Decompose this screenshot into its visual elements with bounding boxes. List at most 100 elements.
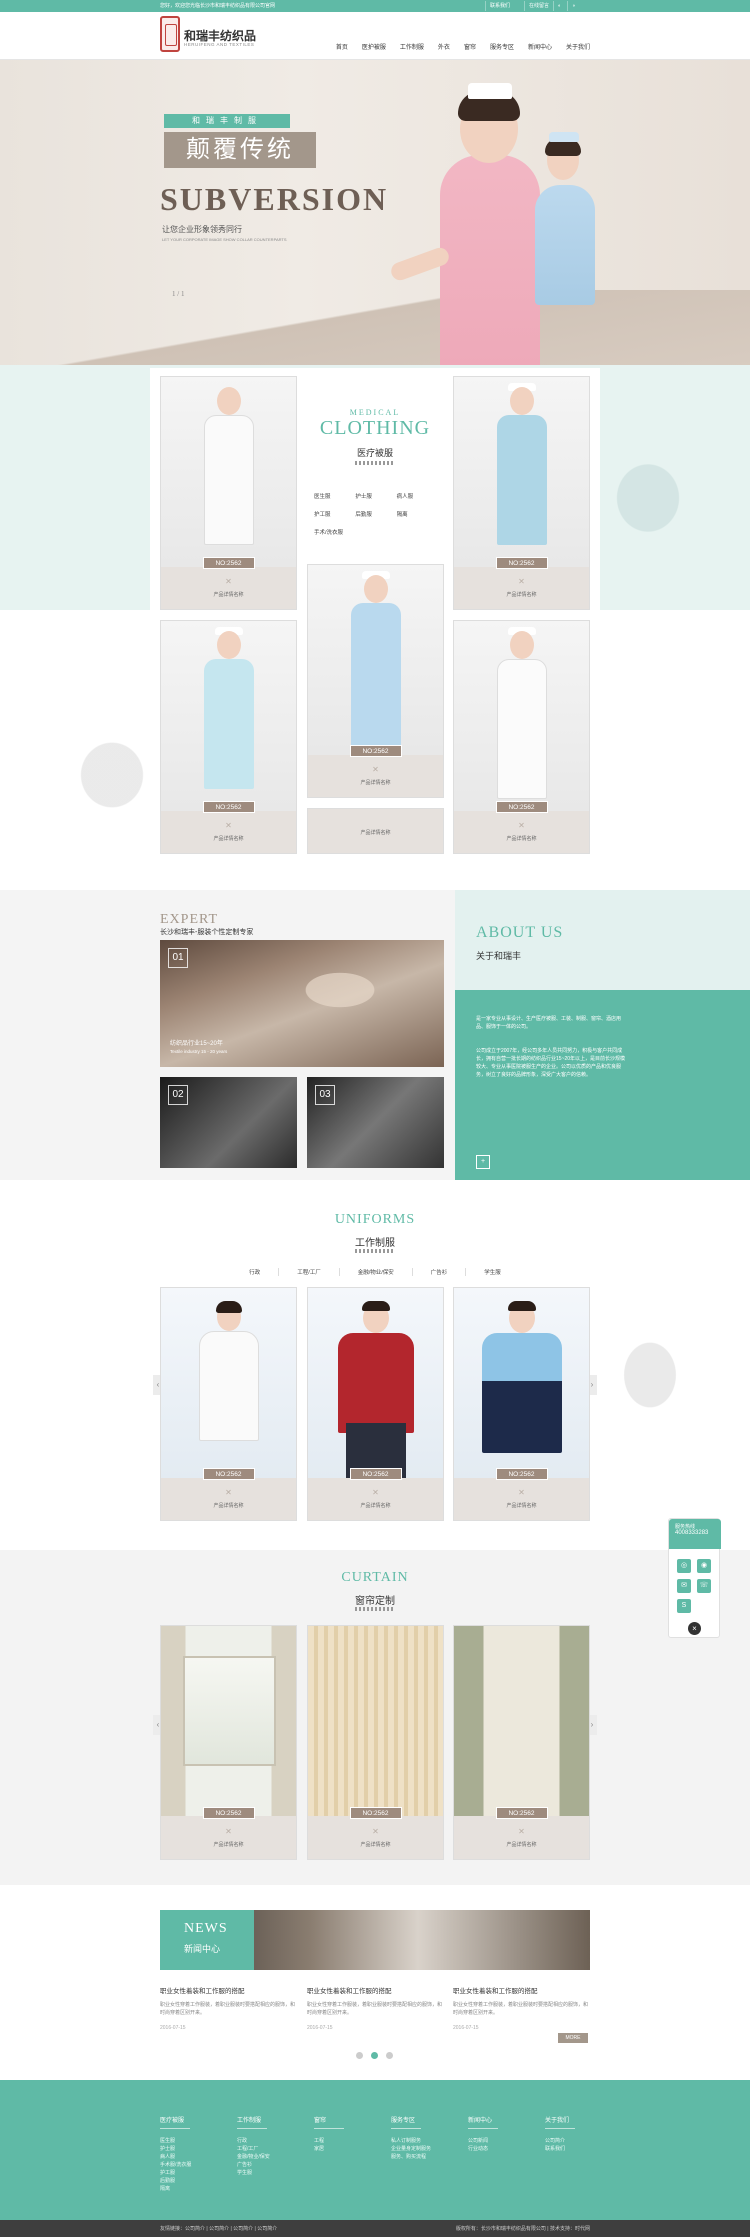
page-dot-active[interactable] [371,2052,378,2059]
tab-admin[interactable]: 行政 [231,1268,280,1276]
wechat-icon[interactable]: ◉ [697,1559,711,1573]
footer-link[interactable]: 公司简介 [545,2137,575,2145]
nav-about[interactable]: 关于我们 [566,42,590,51]
footer-link[interactable]: 工程/工厂 [237,2145,270,2153]
footer-link[interactable]: 护士服 [160,2145,191,2153]
nav-medical[interactable]: 医护被服 [362,42,386,51]
skype-icon[interactable]: S [677,1599,691,1613]
footer-heading[interactable]: 服务专区 [391,2115,431,2124]
top-link-contact[interactable]: 联系我们 [485,1,514,11]
nav-uniforms[interactable]: 工作制服 [400,42,424,51]
footer-heading[interactable]: 窗帘 [314,2115,344,2124]
cat-doctor[interactable]: 医生服 [314,492,355,500]
tab-advertising[interactable]: 广告衫 [413,1268,467,1276]
news-item[interactable]: 职业女性着装和工作服的搭配 职业女性穿着工作服装，着职业服装时要搭配相应的服饰，… [453,1985,590,2031]
footer-link[interactable]: 手术服/洗衣服 [160,2161,191,2169]
friend-links[interactable]: 友情链接：公司简介 | 公司简介 | 公司简介 | 公司简介 [160,2225,277,2232]
footer-link[interactable]: 企业量身定制服务 [391,2145,431,2153]
product-card[interactable]: NO:2562 ✕ 产品详情名称 [307,1625,444,1860]
hotline-box[interactable]: 服务热线 4008333283 [669,1519,721,1549]
news-item[interactable]: 职业女性着装和工作服的搭配 职业女性穿着工作服装，着职业服装时要搭配相应的服饰，… [160,1985,297,2031]
tab-factory[interactable]: 工程/工厂 [279,1268,340,1276]
about-more-button[interactable]: + [476,1155,490,1169]
footer-heading[interactable]: 工作制服 [237,2115,270,2124]
footer-link[interactable]: 医生服 [160,2137,191,2145]
qq-icon[interactable]: ◎ [677,1559,691,1573]
logo-seal-icon[interactable] [160,16,180,52]
news-title[interactable]: 职业女性着装和工作服的搭配 [160,1985,297,1995]
weibo-icon[interactable]: ◐ [553,1,565,11]
product-card[interactable]: 产品详情名称 [307,808,444,854]
cat-logistics[interactable]: 后勤服 [355,510,396,518]
footer [0,2080,750,2220]
tab-student[interactable]: 学生服 [466,1268,519,1276]
expert-image-3[interactable]: 03 [307,1077,444,1168]
product-card[interactable]: NO:2562 ✕ 产品详情名称 [160,620,297,854]
wechat-icon[interactable]: ◑ [567,1,579,11]
product-photo [492,627,552,811]
chat-icon[interactable]: ☏ [697,1579,711,1593]
footer-link[interactable]: 隔离 [160,2185,191,2193]
news-title[interactable]: 职业女性着装和工作服的搭配 [453,1985,590,1995]
nav-home[interactable]: 首页 [336,42,348,51]
expert-image-2[interactable]: 02 [160,1077,297,1168]
banner-pagination[interactable]: 1 / 1 [172,290,184,298]
footer-heading[interactable]: 关于我们 [545,2115,575,2124]
product-caption: 产品详情名称 [213,592,244,598]
footer-link[interactable]: 工程 [314,2137,344,2145]
product-card[interactable]: NO:2562 ✕ 产品详情名称 [160,376,297,610]
message-icon[interactable]: ✉ [677,1579,691,1593]
about-paragraph-1: 是一家专业从事设计、生产医疗被服、工装、制服、窗帘、酒店用品、服饰于一体的公司。 [476,1016,622,1030]
product-card[interactable]: NO:2562 ✕ 产品详情名称 [160,1625,297,1860]
product-card[interactable]: NO:2562 ✕ 产品详情名称 [453,376,590,610]
footer-link[interactable]: 学生服 [237,2169,270,2177]
curtain-photo [454,1626,589,1816]
news-title[interactable]: 职业女性着装和工作服的搭配 [307,1985,444,1995]
cat-patient[interactable]: 病人服 [397,492,438,500]
nav-service[interactable]: 服务专区 [490,42,514,51]
product-card[interactable]: NO:2562 ✕ 产品详情名称 [307,1287,444,1521]
cat-surgery[interactable]: 手术/洗衣服 [314,528,355,536]
footer-heading[interactable]: 医疗被服 [160,2115,191,2124]
footer-col-medical: 医疗被服 医生服 护士服 病人服 手术服/洗衣服 护工服 后勤服 隔离 [160,2115,191,2193]
close-icon[interactable]: × [688,1622,701,1635]
nav-outerwear[interactable]: 外衣 [438,42,450,51]
product-card[interactable]: NO:2562 ✕ 产品详情名称 [453,1625,590,1860]
close-mark-icon: ✕ [372,765,379,774]
news-more-button[interactable]: MORE [558,2033,588,2043]
footer-link[interactable]: 广告衫 [237,2161,270,2169]
product-number: NO:2562 [495,1468,548,1480]
top-link-message[interactable]: 在线留言 [524,1,553,11]
cat-nurse[interactable]: 护士服 [355,492,396,500]
footer-link[interactable]: 行业动态 [468,2145,498,2153]
footer-link[interactable]: 护工服 [160,2169,191,2177]
footer-link[interactable]: 后勤服 [160,2177,191,2185]
page-dot[interactable] [356,2052,363,2059]
footer-link[interactable]: 联系我们 [545,2145,575,2153]
product-card[interactable]: NO:2562 ✕ 产品详情名称 [453,1287,590,1521]
news-pagination [356,2052,393,2059]
top-strip: 您好，欢迎您光临长沙市和瑞丰纺织品有限公司官网 联系我们 在线留言 ◐ ◑ [0,0,750,12]
footer-link[interactable]: 行政 [237,2137,270,2145]
product-card[interactable]: NO:2562 ✕ 产品详情名称 [160,1287,297,1521]
hotline-number: 4008333283 [675,1530,709,1536]
expert-image-1[interactable]: 01 纺织品行业15~20年 Textile industry 15 - 20 y… [160,940,444,1067]
nav-curtain[interactable]: 窗帘 [464,42,476,51]
news-item[interactable]: 职业女性着装和工作服的搭配 职业女性穿着工作服装，着职业服装时要搭配相应的服饰，… [307,1985,444,2031]
product-card[interactable]: NO:2562 ✕ 产品详情名称 [307,564,444,798]
product-card[interactable]: NO:2562 ✕ 产品详情名称 [453,620,590,854]
footer-link[interactable]: 金融/物业/保安 [237,2153,270,2161]
page-dot[interactable] [386,2052,393,2059]
footer-link[interactable]: 病人服 [160,2153,191,2161]
tab-finance[interactable]: 金融/物业/保安 [340,1268,413,1276]
expert-caption: 纺织品行业15~20年 Textile industry 15 - 20 year… [170,1041,228,1054]
cat-caregiver[interactable]: 护工服 [314,510,355,518]
nav-news[interactable]: 新闻中心 [528,42,552,51]
cat-isolation[interactable]: 隔离 [397,510,438,518]
close-mark-icon: ✕ [225,1827,232,1836]
footer-link[interactable]: 家居 [314,2145,344,2153]
footer-link[interactable]: 服务、购买流程 [391,2153,431,2161]
footer-link[interactable]: 私人订制服务 [391,2137,431,2145]
footer-link[interactable]: 公司新闻 [468,2137,498,2145]
footer-heading[interactable]: 新闻中心 [468,2115,498,2124]
